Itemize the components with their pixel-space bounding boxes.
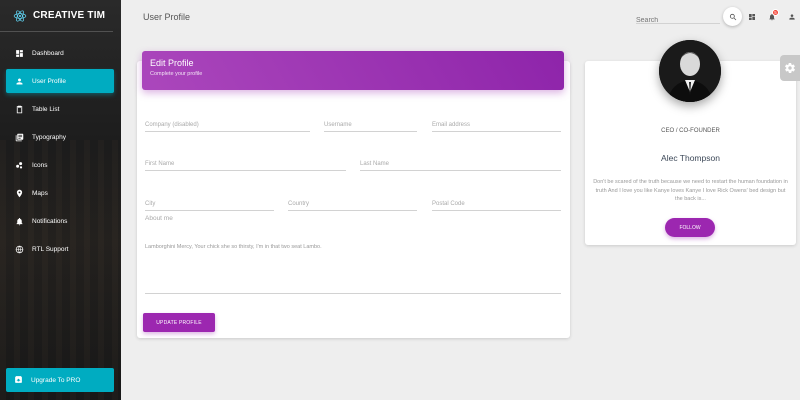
search-button[interactable] xyxy=(723,7,742,26)
follow-button[interactable]: FOLLOW xyxy=(665,218,715,237)
brand-logo[interactable]: CREATIVE TIM xyxy=(0,0,113,32)
first-name-placeholder: First Name xyxy=(145,161,175,167)
brand-name: CREATIVE TIM xyxy=(33,10,106,21)
page-title: User Profile xyxy=(143,12,191,22)
sidebar-item-dashboard[interactable]: Dashboard xyxy=(6,41,114,65)
bell-icon xyxy=(14,216,24,226)
company-field: Company (disabled) xyxy=(145,120,310,132)
clipboard-icon xyxy=(14,104,24,114)
sidebar-item-label: Typography xyxy=(32,133,66,141)
sidebar-item-label: Table List xyxy=(32,105,60,113)
language-icon xyxy=(14,244,24,254)
sidebar-item-label: User Profile xyxy=(32,77,66,85)
profile-name: Alec Thompson xyxy=(661,153,720,163)
library-books-icon xyxy=(14,132,24,142)
username-field[interactable]: Username xyxy=(324,120,417,132)
last-name-field[interactable]: Last Name xyxy=(360,159,561,171)
country-field[interactable]: Country xyxy=(288,199,417,211)
react-logo-icon xyxy=(13,9,27,22)
company-placeholder: Company (disabled) xyxy=(145,122,199,128)
sidebar-item-label: RTL Support xyxy=(32,245,69,253)
card-subtitle: Complete your profile xyxy=(150,71,203,77)
about-me-text: Lamborghini Mercy, Your chick she so thi… xyxy=(145,244,322,250)
city-placeholder: City xyxy=(145,201,156,207)
about-me-textarea[interactable]: Lamborghini Mercy, Your chick she so thi… xyxy=(145,244,561,294)
profile-role: CEO / CO-FOUNDER xyxy=(661,128,720,134)
sidebar-item-label: Maps xyxy=(32,189,48,197)
unarchive-icon xyxy=(14,371,23,389)
sidebar-item-icons[interactable]: Icons xyxy=(6,153,114,177)
settings-toggle[interactable] xyxy=(780,55,800,81)
sidebar-nav: Dashboard User Profile Table List Typogr… xyxy=(0,41,121,261)
search-icon xyxy=(729,13,736,20)
card-title: Edit Profile xyxy=(150,58,194,68)
sidebar-item-label: Icons xyxy=(32,161,48,169)
sidebar: CREATIVE TIM Dashboard User Profile Tabl… xyxy=(0,0,121,400)
edit-profile-header: Edit Profile Complete your profile xyxy=(142,51,564,90)
update-profile-button[interactable]: UPDATE PROFILE xyxy=(143,313,215,332)
email-field[interactable]: Email address xyxy=(432,120,561,132)
country-placeholder: Country xyxy=(288,201,310,207)
postal-code-placeholder: Postal Code xyxy=(432,201,465,207)
dashboard-icon[interactable] xyxy=(747,12,756,21)
person-photo-icon xyxy=(659,40,721,102)
profile-bio: Don't be scared of the truth because we … xyxy=(593,179,788,203)
avatar xyxy=(659,40,721,102)
email-placeholder: Email address xyxy=(432,122,471,128)
sidebar-item-table-list[interactable]: Table List xyxy=(6,97,114,121)
about-me-label: About me xyxy=(145,215,173,222)
sidebar-item-maps[interactable]: Maps xyxy=(6,181,114,205)
upgrade-to-pro-button[interactable]: Upgrade To PRO xyxy=(6,368,114,392)
person-icon[interactable] xyxy=(787,12,796,21)
search-field[interactable] xyxy=(636,9,720,24)
bubble-chart-icon xyxy=(14,160,24,170)
sidebar-item-label: Dashboard xyxy=(32,49,64,57)
sidebar-item-rtl-support[interactable]: RTL Support xyxy=(6,237,114,261)
dashboard-icon xyxy=(14,48,24,58)
postal-code-field[interactable]: Postal Code xyxy=(432,199,561,211)
username-placeholder: Username xyxy=(324,122,352,128)
sidebar-item-typography[interactable]: Typography xyxy=(6,125,114,149)
gear-icon xyxy=(785,63,795,73)
sidebar-item-label: Notifications xyxy=(32,217,68,225)
first-name-field[interactable]: First Name xyxy=(145,159,346,171)
last-name-placeholder: Last Name xyxy=(360,161,390,167)
sidebar-item-notifications[interactable]: Notifications xyxy=(6,209,114,233)
location-icon xyxy=(14,188,24,198)
upgrade-label: Upgrade To PRO xyxy=(31,376,81,384)
search-input[interactable] xyxy=(636,17,720,24)
city-field[interactable]: City xyxy=(145,199,274,211)
sidebar-item-user-profile[interactable]: User Profile xyxy=(6,69,114,93)
notification-badge: 5 xyxy=(772,9,779,16)
person-icon xyxy=(14,76,24,86)
